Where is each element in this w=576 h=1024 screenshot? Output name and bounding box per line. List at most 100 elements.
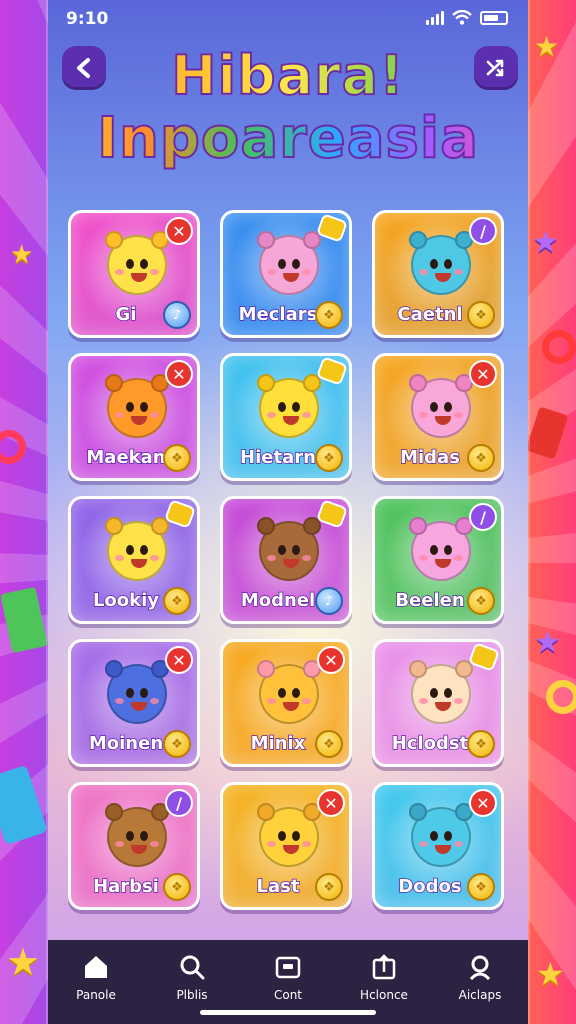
creature-name: Modnel bbox=[240, 590, 316, 611]
status-bar: 9:10 bbox=[48, 0, 528, 36]
nav-item-label: Cont bbox=[273, 988, 303, 1002]
coin-icon: ❖ bbox=[163, 444, 191, 472]
creature-avatar bbox=[257, 231, 321, 295]
app-screen: 9:10 Hibara! Inpoareasia Gi ✕ ♪ Meclars ❖ C… bbox=[48, 0, 528, 1024]
nav-item-panole[interactable]: Panole bbox=[56, 952, 136, 1002]
coin-icon: ❖ bbox=[163, 730, 191, 758]
creature-name: Midas bbox=[399, 447, 460, 468]
coin-icon: ❖ bbox=[315, 444, 343, 472]
creature-avatar bbox=[105, 374, 169, 438]
close-icon[interactable]: ✕ bbox=[165, 360, 193, 388]
creature-avatar bbox=[257, 374, 321, 438]
ring-decoration bbox=[542, 330, 576, 364]
creature-name: Minix bbox=[250, 733, 306, 754]
ring-decoration bbox=[0, 430, 26, 464]
coin-icon: ❖ bbox=[163, 873, 191, 901]
close-icon[interactable]: ✕ bbox=[469, 360, 497, 388]
nav-item-plblis[interactable]: Plblis bbox=[152, 952, 232, 1002]
nav-item-label: Panole bbox=[76, 988, 116, 1002]
creature-card[interactable]: Minix ✕ ❖ bbox=[220, 639, 352, 767]
close-icon[interactable]: ✕ bbox=[165, 646, 193, 674]
creature-avatar bbox=[105, 803, 169, 867]
creature-card[interactable]: Gi ✕ ♪ bbox=[68, 210, 200, 338]
creature-avatar bbox=[409, 803, 473, 867]
right-decoration: ★ ★ ★ ★ bbox=[525, 0, 576, 1024]
creature-name: Maekan bbox=[86, 447, 167, 468]
close-icon[interactable]: ✕ bbox=[469, 789, 497, 817]
creature-card[interactable]: Beelen / ❖ bbox=[372, 496, 504, 624]
coin-icon: ❖ bbox=[467, 730, 495, 758]
creature-card[interactable]: Moinen ✕ ❖ bbox=[68, 639, 200, 767]
creature-card[interactable]: Lookiy ❖ bbox=[68, 496, 200, 624]
block-decoration bbox=[525, 406, 569, 460]
creature-card[interactable]: Meclars ❖ bbox=[220, 210, 352, 338]
upload-icon bbox=[372, 954, 396, 980]
profile-search-icon bbox=[469, 955, 491, 981]
creature-avatar bbox=[409, 231, 473, 295]
creature-name: Last bbox=[256, 876, 300, 897]
nav-item-cont[interactable]: Cont bbox=[248, 952, 328, 1002]
home-icon bbox=[85, 956, 107, 978]
nav-item-aiclaps[interactable]: Aiclaps bbox=[440, 952, 520, 1002]
creature-card[interactable]: Hietarn ❖ bbox=[220, 353, 352, 481]
creature-name: Lookiy bbox=[92, 590, 160, 611]
creature-name: Dodos bbox=[398, 876, 463, 897]
creature-name: Moinen bbox=[88, 733, 164, 754]
edit-icon[interactable]: / bbox=[469, 217, 497, 245]
status-time: 9:10 bbox=[66, 9, 109, 29]
creature-avatar bbox=[409, 374, 473, 438]
creature-name: Harbsi bbox=[92, 876, 159, 897]
creature-avatar bbox=[257, 517, 321, 581]
close-icon[interactable]: ✕ bbox=[165, 217, 193, 245]
left-decoration: ★ ★ bbox=[0, 0, 48, 1024]
nav-item-label: Aiclaps bbox=[458, 988, 502, 1002]
coin-icon: ♪ bbox=[315, 587, 343, 615]
star-icon: ★ bbox=[536, 955, 565, 993]
creature-name: Meclars bbox=[238, 304, 318, 325]
creature-card[interactable]: Hclodst ❖ bbox=[372, 639, 504, 767]
coin-icon: ♪ bbox=[163, 301, 191, 329]
creature-card[interactable]: Caetnl / ❖ bbox=[372, 210, 504, 338]
star-icon: ★ bbox=[534, 30, 560, 63]
battery-icon bbox=[480, 10, 508, 25]
coin-icon: ❖ bbox=[315, 301, 343, 329]
folder-icon bbox=[275, 956, 301, 979]
signal-icon bbox=[426, 10, 444, 25]
nav-item-hclonce[interactable]: Hclonce bbox=[344, 952, 424, 1002]
creature-card[interactable]: Midas ✕ ❖ bbox=[372, 353, 504, 481]
coin-icon: ❖ bbox=[467, 873, 495, 901]
creature-card[interactable]: Last ✕ ❖ bbox=[220, 782, 352, 910]
coin-icon: ❖ bbox=[467, 587, 495, 615]
close-icon[interactable]: ✕ bbox=[317, 646, 345, 674]
close-icon[interactable]: ✕ bbox=[317, 789, 345, 817]
coin-icon: ❖ bbox=[315, 873, 343, 901]
creature-avatar bbox=[105, 660, 169, 724]
page-title-line1: Hibara! bbox=[48, 43, 528, 108]
nav-item-label: Plblis bbox=[176, 988, 208, 1002]
creature-card[interactable]: Dodos ✕ ❖ bbox=[372, 782, 504, 910]
creature-card[interactable]: Harbsi / ❖ bbox=[68, 782, 200, 910]
edit-icon[interactable]: / bbox=[165, 789, 193, 817]
status-icons bbox=[426, 10, 508, 25]
coin-icon: ❖ bbox=[467, 444, 495, 472]
star-icon: ★ bbox=[532, 225, 559, 260]
ring-decoration bbox=[546, 680, 576, 714]
creature-avatar bbox=[409, 660, 473, 724]
creature-name: Beelen bbox=[395, 590, 466, 611]
creature-avatar bbox=[257, 660, 321, 724]
star-icon: ★ bbox=[6, 940, 41, 984]
creature-name: Hietarn bbox=[239, 447, 316, 468]
creature-name: Caetnl bbox=[397, 304, 464, 325]
coin-icon: ❖ bbox=[467, 301, 495, 329]
edit-icon[interactable]: / bbox=[469, 503, 497, 531]
nav-item-label: Hclonce bbox=[360, 988, 408, 1002]
block-decoration bbox=[0, 764, 48, 846]
block-decoration bbox=[0, 586, 48, 654]
creature-avatar bbox=[105, 517, 169, 581]
creature-card[interactable]: Maekan ✕ ❖ bbox=[68, 353, 200, 481]
creature-card[interactable]: Modnel ♪ bbox=[220, 496, 352, 624]
star-icon: ★ bbox=[534, 625, 561, 660]
page-title-line2: Inpoareasia bbox=[48, 105, 528, 172]
creature-avatar bbox=[257, 803, 321, 867]
creature-avatar bbox=[105, 231, 169, 295]
